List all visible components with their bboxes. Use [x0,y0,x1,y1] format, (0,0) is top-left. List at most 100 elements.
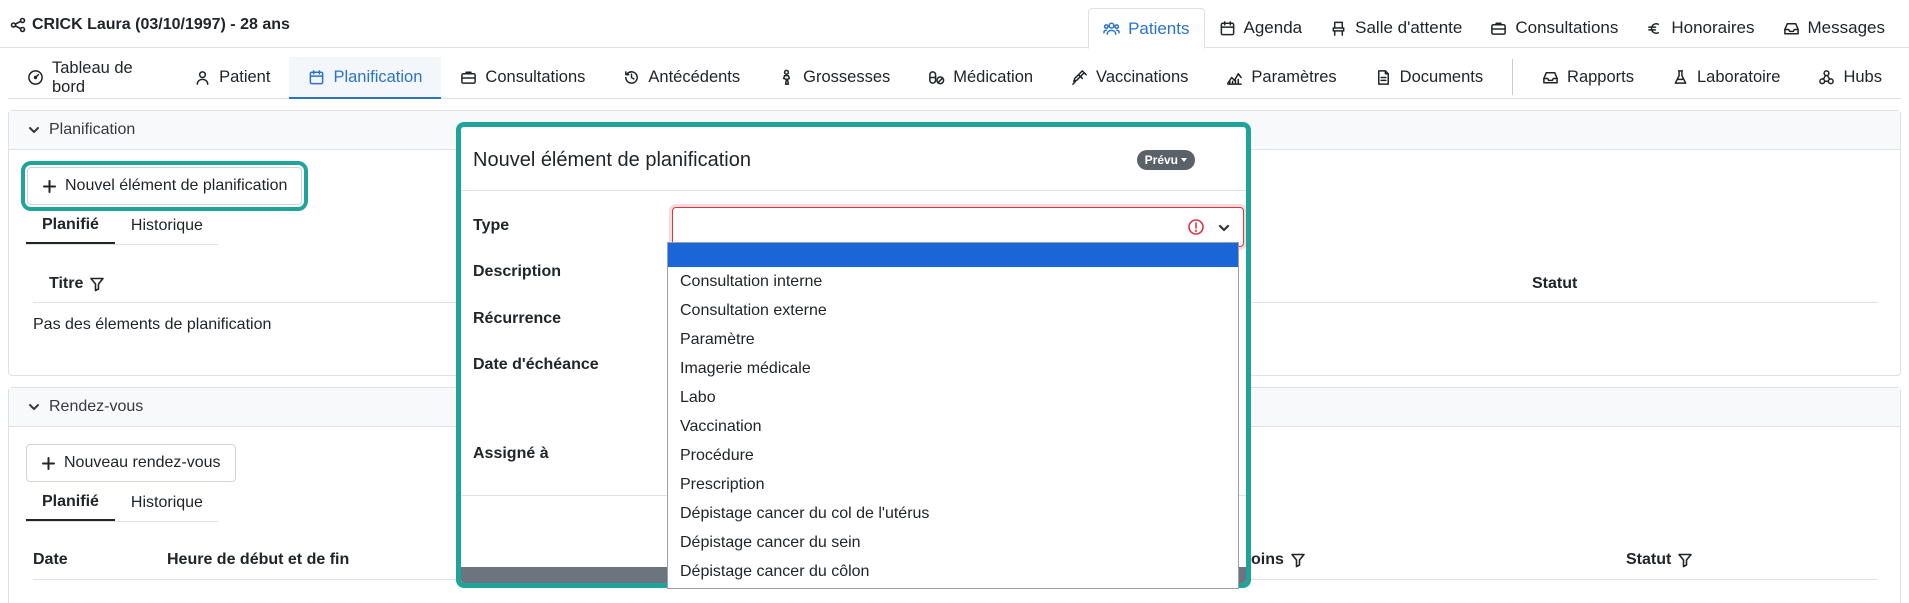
topnav-label: Consultations [1515,18,1619,37]
pregnancy-icon [778,69,795,86]
modal-header: Nouvel élément de planification Prévu [461,127,1246,191]
dropdown-option[interactable]: Labo [668,383,1238,412]
topnav-salle-attente[interactable]: Salle d'attente [1316,8,1476,48]
dropdown-option[interactable]: Prescription [668,470,1238,499]
dropdown-option[interactable]: Dépistage cancer du sein [668,528,1238,557]
patient-name: CRICK Laura (03/10/1997) - 28 ans [32,16,290,33]
type-label: Type [473,217,510,234]
chevron-down-icon [27,400,41,414]
inbox-icon [1542,69,1559,86]
inbox-icon [1783,20,1800,37]
euro-icon [1646,20,1663,37]
recurrence-label: Récurrence [473,310,562,327]
new-planification-label: Nouvel élément de planification [65,177,288,194]
subnav-label: Vaccinations [1096,68,1189,86]
new-rendez-vous-label: Nouveau rendez-vous [64,454,221,471]
history-icon [623,69,640,86]
dropdown-option[interactable]: Dépistage cancer du col de l'utérus [668,499,1238,528]
subnav-documents[interactable]: Documents [1356,57,1502,98]
dropdown-option[interactable]: Procédure [668,441,1238,470]
topnav-messages[interactable]: Messages [1769,8,1899,48]
filter-icon[interactable] [1290,552,1306,568]
chair-icon [1330,20,1347,37]
person-icon [194,69,211,86]
new-rendez-vous-button[interactable]: Nouveau rendez-vous [26,444,236,482]
modal-title: Nouvel élément de planification [473,149,751,171]
tab-historique[interactable]: Historique [115,485,219,521]
topnav-patients[interactable]: Patients [1088,8,1205,49]
subnav-label: Médication [953,68,1034,86]
subnav-medication[interactable]: Médication [909,57,1052,98]
plus-icon [41,456,56,471]
column-header-heure[interactable]: Heure de début et de fin [167,551,349,569]
tab-historique[interactable]: Historique [115,208,219,244]
column-label: Heure de début et de fin [167,551,350,568]
dropdown-option[interactable]: Vaccination [668,412,1238,441]
status-badge[interactable]: Prévu [1136,150,1195,170]
tab-planifie[interactable]: Planifié [26,485,115,521]
subnav-vaccinations[interactable]: Vaccinations [1052,57,1207,98]
planification-tabs: Planifié Historique [26,208,218,245]
hubs-icon [1818,69,1835,86]
subnav-rapports[interactable]: Rapports [1523,57,1653,98]
briefcase-icon [460,69,477,86]
patient-header[interactable]: CRICK Laura (03/10/1997) - 28 ans [10,16,290,34]
subnav-parametres[interactable]: Paramètres [1207,57,1355,98]
top-bar: CRICK Laura (03/10/1997) - 28 ans Patien… [0,0,1909,49]
description-label: Description [473,263,562,280]
subnav-tableau-de-bord[interactable]: Tableau de bord [8,57,175,98]
dropdown-option[interactable]: Imagerie médicale [668,354,1238,383]
subnav-label: Tableau de bord [52,58,133,96]
column-header-soins[interactable]: oins [1251,551,1306,569]
flask-icon [1672,69,1689,86]
topnav-label: Patients [1128,18,1190,38]
close-icon[interactable] [1214,148,1236,170]
new-planification-button[interactable]: Nouvel élément de planification [20,161,309,211]
topnav-label: Honoraires [1671,18,1755,37]
subnav-antecedents[interactable]: Antécédents [604,57,759,98]
dropdown-option-empty-selected[interactable] [668,243,1238,267]
panel-title: Rendez-vous [49,398,144,415]
topnav-agenda[interactable]: Agenda [1205,8,1317,48]
filter-icon[interactable] [89,276,105,292]
column-header-statut[interactable]: Statut [1532,275,1577,293]
subnav-consultations[interactable]: Consultations [441,57,604,98]
document-icon [1375,69,1392,86]
rendez-vous-tabs: Planifié Historique [26,485,218,522]
share-icon [10,17,26,33]
column-label: oins [1251,551,1284,568]
filter-icon[interactable] [1677,552,1693,568]
calendar-icon [1219,20,1236,37]
subnav-label: Grossesses [803,68,891,86]
topnav-label: Messages [1807,18,1885,37]
type-dropdown-list: Consultation interne Consultation extern… [667,242,1239,589]
subnav-hubs[interactable]: Hubs [1799,57,1901,98]
subnav-patient[interactable]: Patient [175,57,289,98]
column-label: Statut [1532,275,1578,292]
calendar-icon [308,69,325,86]
dropdown-option[interactable]: Consultation externe [668,296,1238,325]
assigne-label: Assigné à [473,445,549,462]
subnav-label: Rapports [1567,68,1634,86]
tab-planifie[interactable]: Planifié [26,208,115,244]
subnav-laboratoire[interactable]: Laboratoire [1653,57,1799,98]
dropdown-option[interactable]: Consultation interne [668,267,1238,296]
chevron-down-icon [27,123,41,137]
chevron-down-icon[interactable] [1217,221,1231,235]
column-header-titre[interactable]: Titre [49,275,105,293]
topnav-consultations[interactable]: Consultations [1476,8,1632,48]
topnav-label: Salle d'attente [1355,18,1463,37]
subnav-grossesses[interactable]: Grossesses [759,57,909,98]
column-header-statut[interactable]: Statut [1626,551,1693,569]
subnav-planification[interactable]: Planification [289,57,442,99]
subnav-separator [1512,59,1514,95]
dropdown-option[interactable]: Dépistage cancer du côlon [668,557,1238,586]
date-echeance-label: Date d'échéance [473,356,599,373]
briefcase-icon [1490,20,1507,37]
type-select[interactable] [672,207,1244,247]
column-header-date[interactable]: Date [33,551,68,569]
subnav-label: Paramètres [1251,68,1337,86]
dropdown-option[interactable]: Paramètre [668,325,1238,354]
empty-message: Pas des élements de planification [33,316,272,333]
topnav-honoraires[interactable]: Honoraires [1632,8,1768,48]
